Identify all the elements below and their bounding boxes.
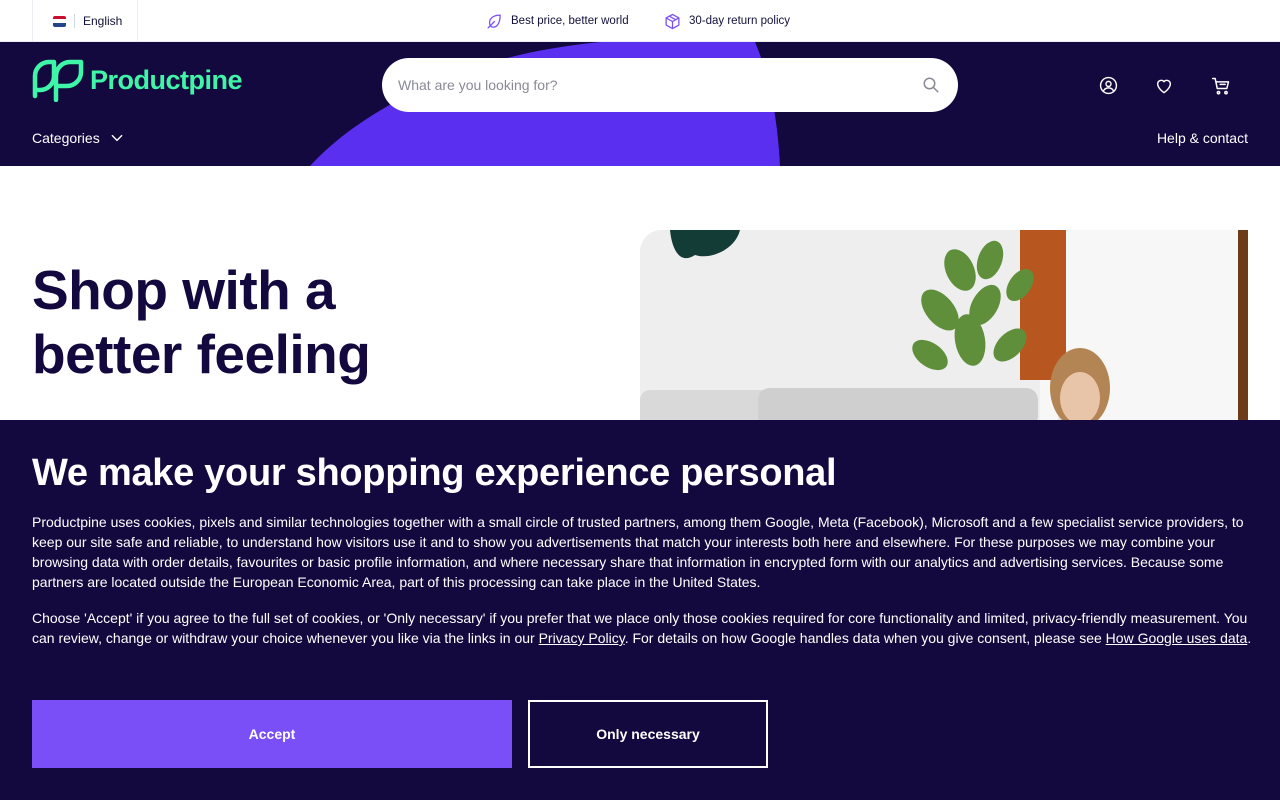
search-bar xyxy=(382,58,958,112)
how-google-uses-data-link[interactable]: How Google uses data xyxy=(1106,630,1248,646)
categories-menu[interactable]: Categories xyxy=(32,130,124,146)
cookie-title: We make your shopping experience persona… xyxy=(32,452,837,494)
only-necessary-button[interactable]: Only necessary xyxy=(528,700,768,768)
cookie-paragraph-1: Productpine uses cookies, pixels and sim… xyxy=(32,514,1244,590)
cookie-paragraph-2: Choose 'Accept' if you agree to the full… xyxy=(32,608,1252,648)
help-contact-link[interactable]: Help & contact xyxy=(1157,130,1248,146)
usp-price: Best price, better world xyxy=(486,0,629,42)
usp-return: 30-day return policy xyxy=(664,0,790,42)
leaf-icon xyxy=(487,13,501,29)
brand-name: Productpine xyxy=(90,64,243,95)
divider xyxy=(74,14,75,28)
user-icon[interactable] xyxy=(1099,76,1118,95)
hero-title: Shop with a better feeling xyxy=(32,258,452,386)
cookie-consent-panel: We make your shopping experience persona… xyxy=(0,420,1280,800)
chevron-down-icon xyxy=(111,134,123,142)
productpine-logo-icon xyxy=(32,59,84,102)
search-input[interactable] xyxy=(398,58,898,112)
hero-title-text: Shop with a better feeling xyxy=(32,259,371,385)
box-icon xyxy=(665,13,680,29)
search-icon[interactable] xyxy=(922,76,940,94)
categories-label: Categories xyxy=(32,130,100,146)
cookie-paragraph-2-middle: . For details on how Google handles data… xyxy=(624,630,1106,646)
usp-return-label: 30-day return policy xyxy=(689,15,790,27)
site-header: Productpine Categories Help & contact xyxy=(0,42,1280,166)
brand-logo[interactable]: Productpine xyxy=(32,58,243,102)
flag-nl-icon xyxy=(53,15,66,27)
language-selector[interactable]: English xyxy=(32,0,138,42)
cart-icon[interactable] xyxy=(1211,76,1231,96)
language-label: English xyxy=(83,14,123,28)
utility-bar: English Best price, better world 30-day … xyxy=(0,0,1280,42)
cookie-paragraph-2-end: . xyxy=(1247,630,1252,646)
accept-button[interactable]: Accept xyxy=(32,700,512,768)
usp-price-label: Best price, better world xyxy=(511,15,629,27)
heart-icon[interactable] xyxy=(1154,76,1174,95)
privacy-policy-link[interactable]: Privacy Policy xyxy=(539,630,625,646)
